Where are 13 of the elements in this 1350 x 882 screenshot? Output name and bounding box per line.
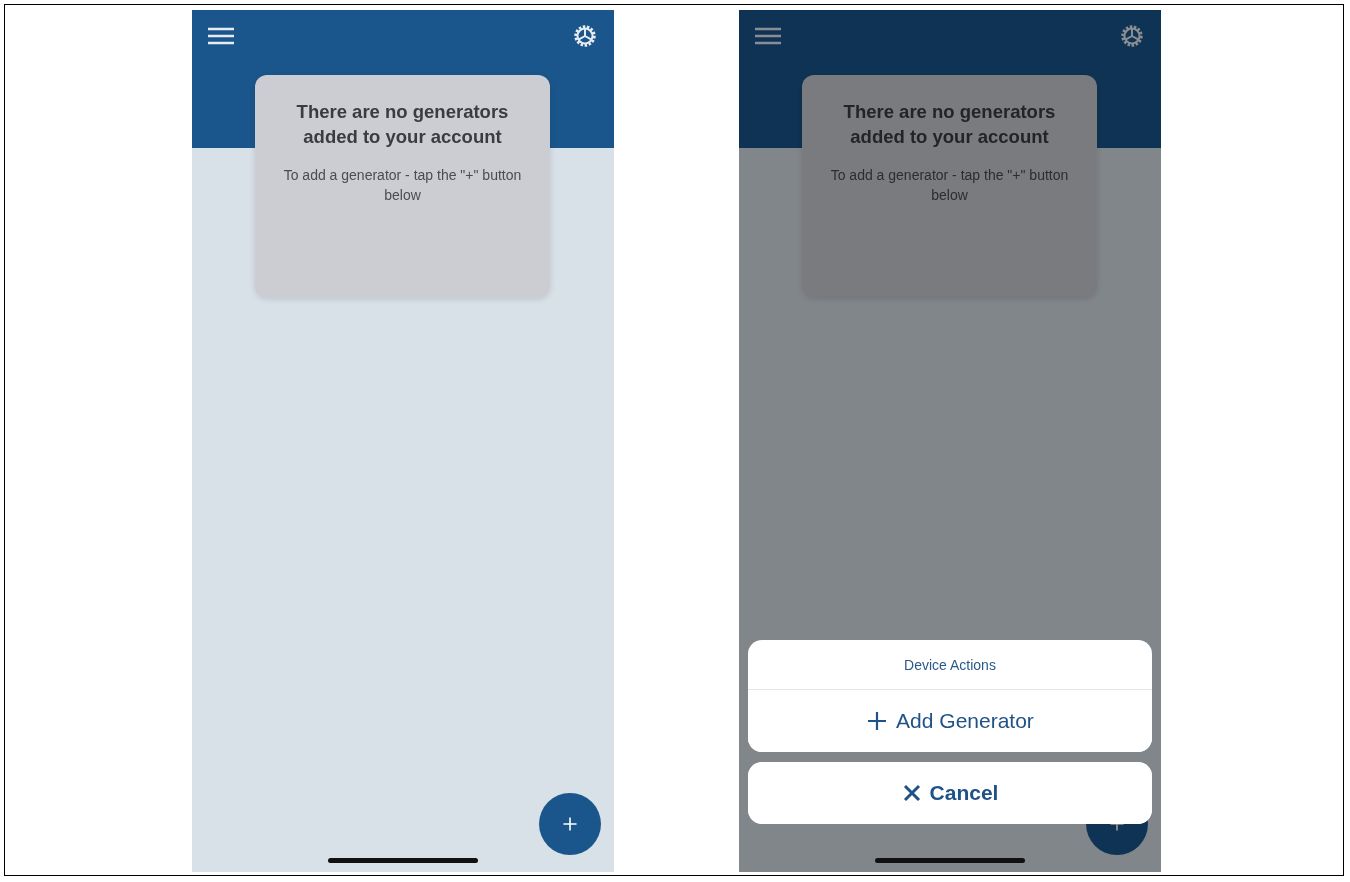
cancel-button[interactable]: Cancel xyxy=(748,762,1152,824)
settings-icon[interactable] xyxy=(1119,23,1145,49)
plus-icon xyxy=(866,710,889,732)
plus-icon xyxy=(562,816,578,832)
empty-state-message: To add a generator - tap the "+" button below xyxy=(282,166,523,205)
empty-state-title: There are no generators added to your account xyxy=(295,100,510,149)
close-icon xyxy=(901,783,922,803)
menu-icon[interactable] xyxy=(208,27,234,45)
plus-icon xyxy=(1109,824,1125,832)
empty-state-message: To add a generator - tap the "+" button below xyxy=(829,166,1070,205)
menu-icon[interactable] xyxy=(755,27,781,45)
empty-state-title: There are no generators added to your account xyxy=(842,100,1057,149)
settings-icon[interactable] xyxy=(572,23,598,49)
